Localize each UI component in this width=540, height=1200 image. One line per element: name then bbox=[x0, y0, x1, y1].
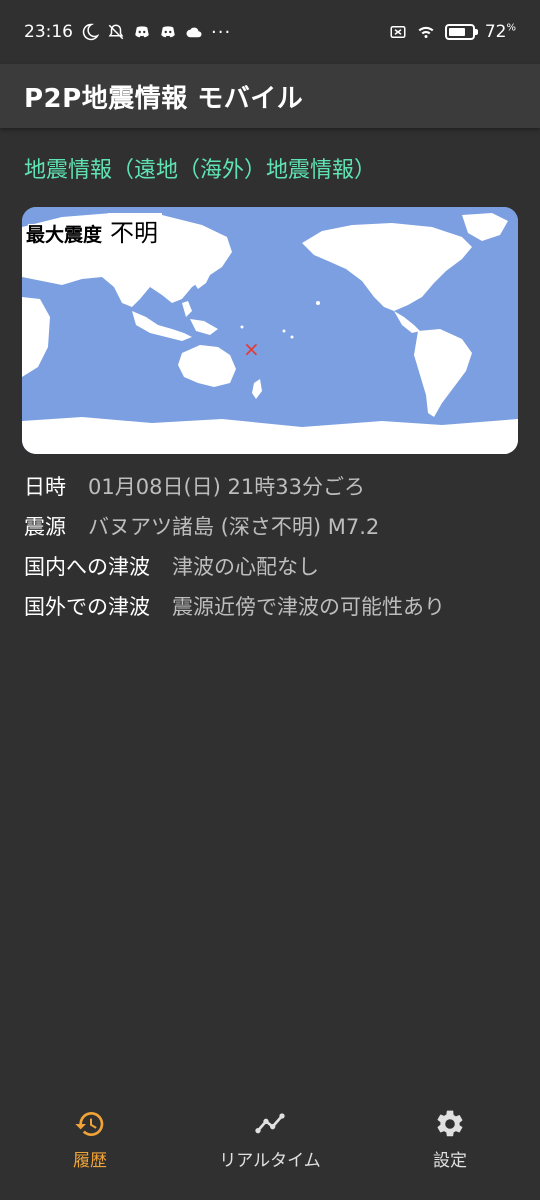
detail-value: バヌアツ諸島 (深さ不明) M7.2 bbox=[88, 515, 380, 539]
cloud-icon bbox=[185, 23, 203, 41]
discord-icon bbox=[133, 23, 151, 41]
nav-label: 設定 bbox=[433, 1151, 467, 1171]
earthquake-details: 日時 01月08日(日) 21時33分ごろ 震源 バヌアツ諸島 (深さ不明) M… bbox=[24, 466, 524, 626]
detail-label: 国外での津波 bbox=[24, 595, 150, 619]
detail-row-datetime: 日時 01月08日(日) 21時33分ごろ bbox=[24, 466, 524, 506]
nav-label: 履歴 bbox=[73, 1151, 107, 1171]
nav-history[interactable]: 履歴 bbox=[0, 1098, 180, 1200]
earthquake-map[interactable]: 最大震度 不明 × bbox=[22, 207, 518, 454]
sim-off-icon bbox=[389, 23, 407, 41]
gear-icon bbox=[434, 1108, 466, 1140]
detail-value: 01月08日(日) 21時33分ごろ bbox=[88, 475, 365, 499]
nav-label: リアルタイム bbox=[219, 1151, 321, 1171]
detail-row-domestic-tsunami: 国内への津波 津波の心配なし bbox=[24, 546, 524, 586]
battery-icon bbox=[444, 24, 478, 40]
timeline-icon bbox=[254, 1108, 286, 1140]
detail-value: 震源近傍で津波の可能性あり bbox=[172, 595, 445, 619]
epicenter-marker-icon: × bbox=[243, 337, 260, 361]
max-intensity-badge: 最大震度 不明 bbox=[26, 213, 163, 248]
max-intensity-value: 不明 bbox=[108, 213, 163, 248]
battery-level: 72% bbox=[484, 22, 516, 42]
app-title: P2P地震情報 モバイル bbox=[24, 83, 304, 114]
detail-row-foreign-tsunami: 国外での津波 震源近傍で津波の可能性あり bbox=[24, 586, 524, 626]
detail-row-epicenter: 震源 バヌアツ諸島 (深さ不明) M7.2 bbox=[24, 506, 524, 546]
detail-label: 国内への津波 bbox=[24, 555, 150, 579]
discord-icon bbox=[159, 23, 177, 41]
bottom-navigation: 履歴 リアルタイム 設定 bbox=[0, 1098, 540, 1200]
history-icon bbox=[74, 1108, 106, 1140]
section-title: 地震情報（遠地（海外）地震情報） bbox=[24, 158, 377, 183]
detail-value: 津波の心配なし bbox=[172, 555, 319, 579]
status-time: 23:16 bbox=[24, 22, 73, 42]
wifi-icon bbox=[417, 23, 435, 41]
detail-label: 日時 bbox=[24, 475, 66, 499]
moon-icon bbox=[81, 23, 99, 41]
app-bar: P2P地震情報 モバイル bbox=[0, 64, 540, 128]
max-intensity-label: 最大震度 bbox=[26, 224, 103, 246]
more-dots-icon: ··· bbox=[211, 21, 232, 43]
bell-off-icon bbox=[107, 23, 125, 41]
status-bar: 23:16 ··· 72% bbox=[0, 0, 540, 64]
nav-realtime[interactable]: リアルタイム bbox=[180, 1098, 360, 1200]
nav-settings[interactable]: 設定 bbox=[360, 1098, 540, 1200]
detail-label: 震源 bbox=[24, 515, 66, 539]
